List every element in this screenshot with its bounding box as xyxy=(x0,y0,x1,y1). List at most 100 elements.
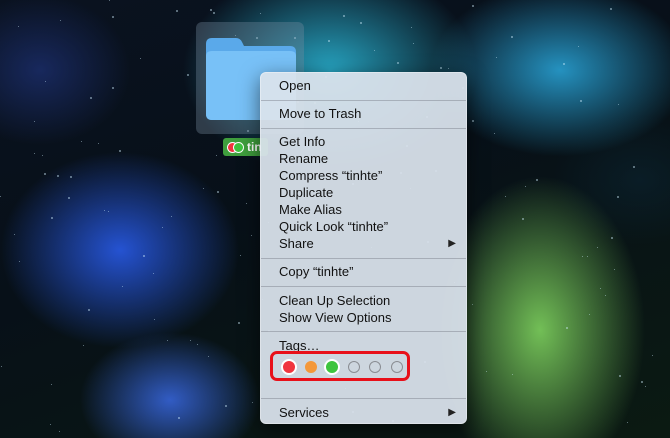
menu-item-services[interactable]: Services ▶ xyxy=(279,404,458,421)
tag-empty-button[interactable] xyxy=(369,361,381,373)
menu-item-open[interactable]: Open xyxy=(279,77,458,94)
wallpaper-speck xyxy=(605,295,606,296)
wallpaper-speck xyxy=(225,405,227,407)
wallpaper-speck xyxy=(112,87,114,89)
wallpaper-speck xyxy=(238,322,240,324)
menu-separator xyxy=(261,398,466,399)
tag-orange-button[interactable] xyxy=(305,361,317,373)
wallpaper-speck xyxy=(328,40,330,42)
menu-separator xyxy=(261,100,466,101)
menu-item-move-to-trash[interactable]: Move to Trash xyxy=(279,105,458,122)
wallpaper-speck xyxy=(251,235,252,236)
submenu-arrow-icon: ▶ xyxy=(448,238,456,249)
wallpaper-speck xyxy=(611,237,613,239)
wallpaper-speck xyxy=(1,366,2,367)
tag-green-button[interactable] xyxy=(324,359,340,375)
wallpaper-speck xyxy=(619,375,621,377)
wallpaper-speck xyxy=(472,304,473,305)
wallpaper-speck xyxy=(143,255,145,257)
wallpaper-speck xyxy=(397,62,399,64)
wallpaper-speck xyxy=(597,247,598,248)
green-tag-dot xyxy=(233,141,244,153)
wallpaper-speck xyxy=(505,196,506,197)
wallpaper-speck xyxy=(213,12,215,14)
wallpaper-speck xyxy=(486,371,487,372)
wallpaper-speck xyxy=(187,74,189,76)
wallpaper-speck xyxy=(617,196,619,198)
menu-item-compress[interactable]: Compress “tinhte” xyxy=(279,167,458,184)
tag-red-button[interactable] xyxy=(281,359,297,375)
wallpaper-speck xyxy=(413,43,414,44)
wallpaper-speck xyxy=(240,255,241,256)
wallpaper-speck xyxy=(374,50,375,51)
wallpaper-speck xyxy=(90,97,92,99)
menu-item-label: Share xyxy=(279,236,314,251)
wallpaper-speck xyxy=(108,211,109,212)
wallpaper-speck xyxy=(260,13,261,14)
wallpaper-speck xyxy=(536,179,538,181)
wallpaper-speck xyxy=(494,133,495,134)
tag-empty-button[interactable] xyxy=(391,361,403,373)
wallpaper-speck xyxy=(610,8,612,10)
menu-item-label: Move to Trash xyxy=(279,106,362,121)
wallpaper-speck xyxy=(98,143,99,144)
wallpaper-speck xyxy=(448,68,449,69)
menu-item-label: Rename xyxy=(279,151,329,166)
submenu-arrow-icon: ▶ xyxy=(448,407,456,418)
menu-item-rename[interactable]: Rename xyxy=(279,150,458,167)
wallpaper-speck xyxy=(614,269,615,270)
menu-item-show-view-options[interactable]: Show View Options xyxy=(279,309,458,326)
menu-item-copy[interactable]: Copy “tinhte” xyxy=(279,263,458,280)
wallpaper-speck xyxy=(81,141,82,142)
menu-item-duplicate[interactable]: Duplicate xyxy=(279,184,458,201)
wallpaper-speck xyxy=(109,0,110,1)
wallpaper-speck xyxy=(525,186,526,187)
wallpaper-speck xyxy=(652,355,653,356)
wallpaper-speck xyxy=(42,155,43,156)
menu-item-quick-look[interactable]: Quick Look “tinhte” xyxy=(279,218,458,235)
wallpaper-speck xyxy=(190,340,191,341)
wallpaper-speck xyxy=(122,286,123,287)
menu-item-label: Duplicate xyxy=(279,185,334,200)
menu-item-get-info[interactable]: Get Info xyxy=(279,133,458,150)
wallpaper-speck xyxy=(83,345,84,346)
wallpaper-speck xyxy=(162,227,163,228)
wallpaper-speck xyxy=(580,100,582,102)
wallpaper-speck xyxy=(167,340,168,341)
wallpaper-speck xyxy=(153,273,154,274)
menu-separator xyxy=(261,128,466,129)
wallpaper-speck xyxy=(176,10,178,12)
wallpaper-speck xyxy=(578,46,579,47)
menu-item-clean-up-selection[interactable]: Clean Up Selection xyxy=(279,292,458,309)
wallpaper-speck xyxy=(88,309,90,311)
wallpaper-speck xyxy=(496,57,497,58)
menu-item-label: Show View Options xyxy=(279,310,392,325)
wallpaper-speck xyxy=(70,176,72,178)
menu-item-label: Open xyxy=(279,78,311,93)
menu-item-label: Make Alias xyxy=(279,202,342,217)
wallpaper-speck xyxy=(566,327,568,329)
wallpaper-speck xyxy=(472,5,474,7)
tag-empty-button[interactable] xyxy=(348,361,360,373)
wallpaper-speck xyxy=(511,36,513,38)
wallpaper-speck xyxy=(440,67,442,69)
menu-separator xyxy=(261,286,466,287)
wallpaper-speck xyxy=(343,15,345,17)
wallpaper-speck xyxy=(140,58,141,59)
menu-item-label: Get Info xyxy=(279,134,326,149)
wallpaper-speck xyxy=(217,191,219,193)
wallpaper-speck xyxy=(216,155,217,156)
wallpaper-speck xyxy=(627,422,628,423)
menu-item-share[interactable]: Share ▶ xyxy=(279,235,458,252)
wallpaper-speck xyxy=(360,22,362,24)
wallpaper-speck xyxy=(522,218,524,220)
wallpaper-speck xyxy=(178,417,180,419)
menu-separator xyxy=(261,258,466,259)
wallpaper-speck xyxy=(587,256,588,257)
wallpaper-speck xyxy=(210,9,212,11)
wallpaper-speck xyxy=(112,16,114,18)
wallpaper-speck xyxy=(411,27,412,28)
menu-separator xyxy=(261,331,466,332)
menu-item-make-alias[interactable]: Make Alias xyxy=(279,201,458,218)
wallpaper-speck xyxy=(45,81,46,82)
